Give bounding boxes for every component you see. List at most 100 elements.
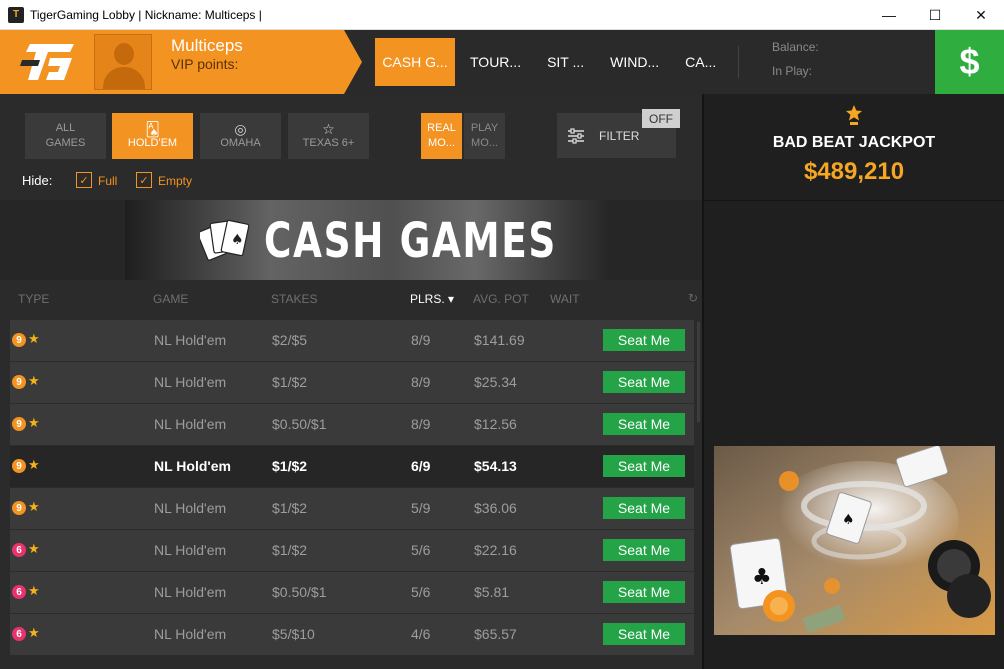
seat-me-button[interactable]: Seat Me bbox=[603, 539, 685, 561]
hide-empty-label: Empty bbox=[158, 174, 193, 188]
game-cell: NL Hold'em bbox=[154, 626, 227, 642]
seat-me-button[interactable]: Seat Me bbox=[603, 371, 685, 393]
hide-full-checkbox[interactable]: ✓ bbox=[76, 172, 92, 188]
star-icon: ★ bbox=[28, 499, 40, 514]
filter-omaha-label: OMAHA bbox=[220, 136, 261, 149]
play-money-toggle[interactable]: PLAY MO... bbox=[464, 113, 505, 159]
table-size-badge: 9 bbox=[12, 375, 26, 389]
real-money-toggle[interactable]: REAL MO... bbox=[421, 113, 462, 159]
close-button[interactable]: ✕ bbox=[958, 0, 1004, 30]
star-icon: ★ bbox=[28, 541, 40, 556]
star-icon: ★ bbox=[28, 625, 40, 640]
stakes-cell: $1/$2 bbox=[272, 542, 308, 558]
col-avg-pot[interactable]: AVG. POT bbox=[473, 292, 529, 306]
players-cell: 8/9 bbox=[411, 374, 431, 390]
table-row[interactable]: 6 ★ NL Hold'em $1/$2 5/6 $22.16 Seat Me bbox=[10, 530, 694, 571]
col-stakes[interactable]: STAKES bbox=[271, 292, 317, 306]
filter-texas-label: TEXAS 6+ bbox=[302, 136, 355, 149]
avatar[interactable] bbox=[94, 34, 152, 90]
star-outline-icon: ☆ bbox=[322, 120, 335, 137]
avg-pot-cell: $5.81 bbox=[474, 584, 510, 600]
table-row[interactable]: 9 ★ NL Hold'em $1/$2 8/9 $25.34 Seat Me bbox=[10, 362, 694, 403]
avg-pot-cell: $25.34 bbox=[474, 374, 517, 390]
filter-omaha[interactable]: ◎ OMAHA bbox=[200, 113, 281, 159]
table-size-badge: 6 bbox=[12, 543, 26, 557]
list-scrollbar[interactable] bbox=[697, 322, 700, 422]
promo-banner[interactable]: ♣ ♠ bbox=[714, 446, 995, 635]
seat-me-button[interactable]: Seat Me bbox=[603, 581, 685, 603]
tab-cash-games[interactable]: CASH G... bbox=[375, 38, 455, 86]
window-titlebar: T TigerGaming Lobby | Nickname: Multicep… bbox=[0, 0, 1004, 30]
filter-all-label-1: ALL bbox=[55, 122, 76, 134]
play-money-line1: PLAY bbox=[470, 122, 499, 134]
banner-title: CASH GAMES bbox=[264, 213, 557, 269]
hide-empty-checkbox[interactable]: ✓ bbox=[136, 172, 152, 188]
window-controls: — ☐ ✕ bbox=[866, 0, 1004, 30]
app-logo-icon: T bbox=[8, 6, 24, 23]
player-nickname: Multiceps bbox=[171, 36, 243, 55]
tab-windows[interactable]: WIND... bbox=[599, 38, 670, 86]
cashier-button[interactable]: $ bbox=[935, 30, 1004, 94]
players-cell: 5/9 bbox=[411, 500, 431, 516]
balance-label: Balance: bbox=[772, 40, 819, 54]
table-row[interactable]: 9 ★ NL Hold'em $2/$5 8/9 $141.69 Seat Me bbox=[10, 320, 694, 361]
seat-me-button[interactable]: Seat Me bbox=[603, 497, 685, 519]
game-cell: NL Hold'em bbox=[154, 332, 227, 348]
maximize-button[interactable]: ☐ bbox=[912, 0, 958, 30]
filter-texas-6plus[interactable]: ☆ TEXAS 6+ bbox=[288, 113, 369, 159]
filter-holdem[interactable]: 🂡 HOLD'EM bbox=[112, 113, 193, 159]
players-cell: 8/9 bbox=[411, 416, 431, 432]
vip-points-label: VIP points: bbox=[171, 56, 239, 72]
table-row[interactable]: 9 ★ NL Hold'em $1/$2 5/9 $36.06 Seat Me bbox=[10, 488, 694, 529]
seat-me-button[interactable]: Seat Me bbox=[603, 329, 685, 351]
filter-all-games[interactable]: ALL GAMES bbox=[25, 113, 106, 159]
col-players[interactable]: PLRS. ▾ bbox=[410, 292, 454, 306]
col-type[interactable]: TYPE bbox=[18, 292, 49, 306]
chip-icon: ◎ bbox=[234, 120, 247, 137]
side-panel: BAD BEAT JACKPOT $489,210 ♣ ♠ bbox=[704, 94, 1004, 669]
tab-tournaments[interactable]: TOUR... bbox=[459, 38, 532, 86]
tab-sit-and-go[interactable]: SIT ... bbox=[536, 38, 595, 86]
table-row[interactable]: 6 ★ NL Hold'em $5/$10 4/6 $65.57 Seat Me bbox=[10, 614, 694, 655]
table-row[interactable]: 6 ★ NL Hold'em $0.50/$1 5/6 $5.81 Seat Me bbox=[10, 572, 694, 613]
table-size-badge: 6 bbox=[12, 585, 26, 599]
minimize-button[interactable]: — bbox=[866, 0, 912, 30]
real-money-line1: REAL bbox=[427, 122, 456, 134]
stakes-cell: $1/$2 bbox=[272, 500, 308, 516]
cash-games-banner: ♠ CASH GAMES bbox=[0, 200, 702, 280]
seat-me-button[interactable]: Seat Me bbox=[603, 623, 685, 645]
table-size-badge: 6 bbox=[12, 627, 26, 641]
refresh-icon[interactable]: ↻ bbox=[688, 291, 698, 305]
col-wait[interactable]: WAIT bbox=[550, 292, 580, 306]
star-icon: ★ bbox=[28, 415, 40, 430]
filter-holdem-label: HOLD'EM bbox=[127, 136, 178, 149]
tiger-gaming-logo-icon[interactable] bbox=[20, 40, 76, 84]
table-header: TYPE GAME STAKES PLRS. ▾ AVG. POT WAIT ↻ bbox=[0, 280, 702, 318]
players-cell: 5/6 bbox=[411, 584, 431, 600]
stakes-cell: $1/$2 bbox=[272, 374, 308, 390]
table-row[interactable]: 9 ★ NL Hold'em $1/$2 6/9 $54.13 Seat Me bbox=[10, 446, 694, 487]
seat-me-button[interactable]: Seat Me bbox=[603, 413, 685, 435]
stakes-cell: $0.50/$1 bbox=[272, 416, 327, 432]
trophy-icon bbox=[846, 105, 862, 125]
main-nav: CASH G... TOUR... SIT ... WIND... CA... bbox=[375, 38, 731, 86]
table-size-badge: 9 bbox=[12, 459, 26, 473]
table-size-badge: 9 bbox=[12, 417, 26, 431]
players-cell: 5/6 bbox=[411, 542, 431, 558]
table-size-badge: 9 bbox=[12, 333, 26, 347]
col-game[interactable]: GAME bbox=[153, 292, 188, 306]
sort-desc-icon: ▾ bbox=[448, 292, 455, 306]
lobby-header: Multiceps VIP points: CASH G... TOUR... … bbox=[0, 30, 1004, 94]
seat-me-button[interactable]: Seat Me bbox=[603, 455, 685, 477]
game-cell: NL Hold'em bbox=[154, 374, 227, 390]
lobby-main: ALL GAMES 🂡 HOLD'EM ◎ OMAHA ☆ TEXAS 6+ R… bbox=[0, 94, 702, 669]
avatar-body bbox=[103, 67, 145, 89]
jackpot-amount: $489,210 bbox=[803, 158, 905, 185]
cards-icon: 🂡 bbox=[145, 120, 160, 137]
playing-cards-icon: ♠ bbox=[200, 219, 250, 261]
game-cell: NL Hold'em bbox=[154, 542, 227, 558]
tab-casino[interactable]: CA... bbox=[674, 38, 727, 86]
table-row[interactable]: 9 ★ NL Hold'em $0.50/$1 8/9 $12.56 Seat Me bbox=[10, 404, 694, 445]
nav-divider bbox=[738, 46, 739, 78]
svg-text:♠: ♠ bbox=[842, 512, 855, 528]
